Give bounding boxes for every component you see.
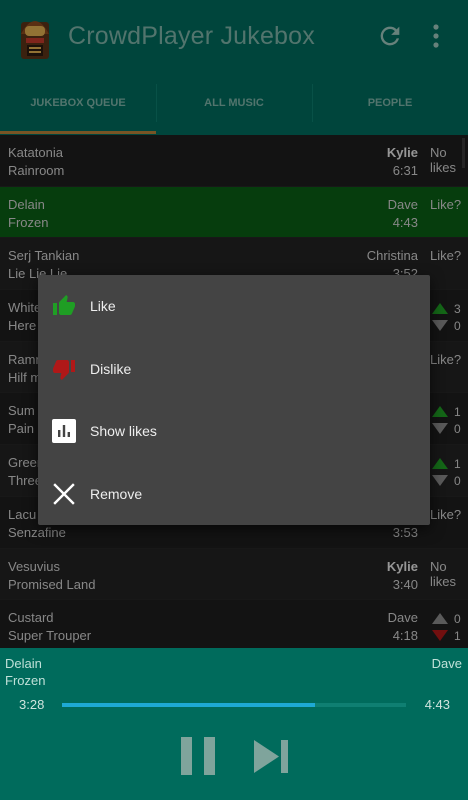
pause-icon[interactable] bbox=[181, 737, 215, 775]
menu-item-label: Show likes bbox=[90, 423, 157, 439]
now-playing-bar: Delain Frozen Dave 3:28 4:43 bbox=[0, 648, 468, 800]
now-playing-song: Frozen bbox=[5, 673, 46, 688]
bar-chart-icon bbox=[52, 419, 76, 443]
menu-item-show-likes[interactable]: Show likes bbox=[38, 400, 430, 463]
close-icon bbox=[53, 482, 75, 505]
context-menu: Like Dislike Show likes Remove bbox=[38, 275, 430, 525]
menu-item-remove[interactable]: Remove bbox=[38, 463, 430, 526]
skip-next-icon[interactable] bbox=[254, 740, 288, 773]
menu-item-dislike[interactable]: Dislike bbox=[38, 338, 430, 401]
total-time: 4:43 bbox=[424, 697, 450, 712]
progress-fill bbox=[62, 703, 315, 707]
menu-item-like[interactable]: Like bbox=[38, 275, 430, 338]
elapsed-time: 3:28 bbox=[19, 697, 45, 712]
progress-bar[interactable] bbox=[62, 703, 406, 707]
now-playing-user: Dave bbox=[431, 656, 462, 671]
menu-item-label: Like bbox=[90, 298, 116, 314]
menu-item-label: Remove bbox=[90, 485, 143, 502]
thumbs-up-icon bbox=[53, 295, 75, 315]
now-playing-artist: Delain bbox=[5, 656, 42, 671]
menu-item-label: Dislike bbox=[90, 360, 132, 377]
thumbs-down-icon bbox=[53, 359, 75, 380]
